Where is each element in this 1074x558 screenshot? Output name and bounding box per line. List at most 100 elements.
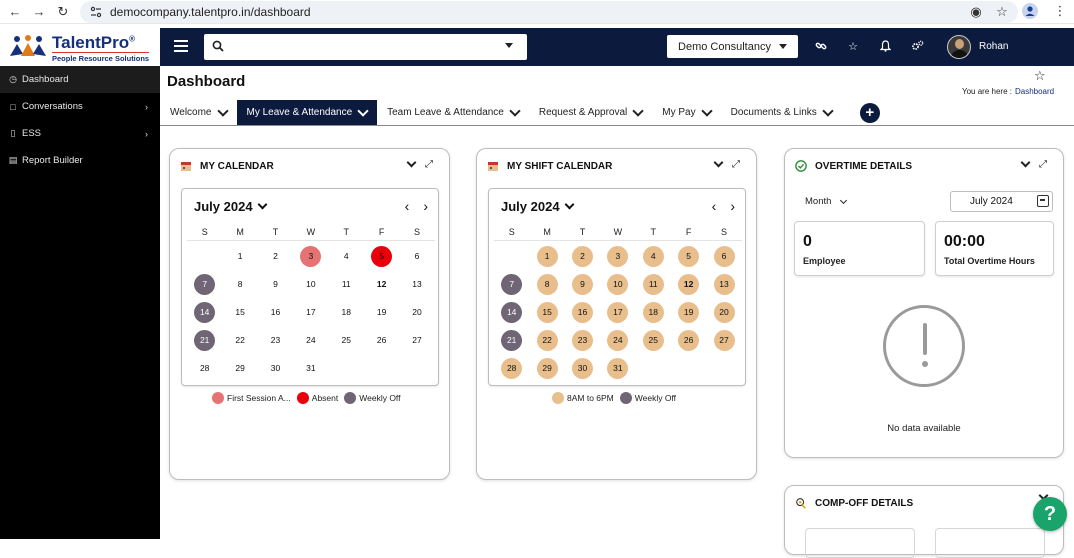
expand-icon[interactable]: ⤢ [1039,159,1047,170]
prev-month-icon[interactable]: ‹ [712,198,717,214]
back-icon[interactable]: ← [6,3,24,21]
calendar-day[interactable]: 11 [636,270,671,298]
user-name[interactable]: Rohan [979,41,1008,52]
forward-icon[interactable]: → [30,3,48,21]
breadcrumb-current[interactable]: Dashboard [1015,87,1054,96]
month-date-picker[interactable]: July 2024 [950,191,1053,212]
calendar-day[interactable]: 28 [494,354,529,382]
tab-team-leave-attendance[interactable]: Team Leave & Attendance [377,100,529,125]
company-selector[interactable]: Demo Consultancy [667,35,798,58]
expand-icon[interactable]: ⤢ [425,159,433,170]
reload-icon[interactable]: ↻ [54,3,72,21]
calendar-day[interactable]: 4 [329,242,364,270]
calendar-day[interactable]: 20 [706,298,741,326]
logo[interactable]: TalentPro® People Resource Solutions [0,28,160,66]
address-bar[interactable]: democompany.talentpro.in/dashboard ◉ ☆ [80,1,1018,23]
collapse-chevron-icon[interactable] [713,157,724,168]
avatar[interactable] [947,35,971,59]
month-selector[interactable]: July 2024 [501,199,574,214]
bookmark-star-icon[interactable]: ☆ [994,4,1010,20]
sidebar-item-ess[interactable]: ▯ ESS › [0,120,160,147]
calendar-day[interactable]: 24 [600,326,635,354]
calendar-day[interactable]: 19 [671,298,706,326]
calendar-day[interactable]: 4 [636,242,671,270]
calendar-day[interactable]: 2 [258,242,293,270]
site-info-icon[interactable] [88,4,104,20]
calendar-day[interactable]: 3 [293,242,328,270]
calendar-day[interactable]: 10 [600,270,635,298]
calendar-day[interactable]: 18 [636,298,671,326]
collapse-chevron-icon[interactable] [406,157,417,168]
calendar-day[interactable]: 24 [293,326,328,354]
calendar-day[interactable]: 30 [258,354,293,382]
calendar-day[interactable]: 6 [399,242,434,270]
calendar-day[interactable]: 16 [565,298,600,326]
calendar-day[interactable]: 26 [671,326,706,354]
calendar-day[interactable]: 14 [494,298,529,326]
menu-toggle-icon[interactable] [174,40,188,52]
calendar-day[interactable]: 15 [529,298,564,326]
tab-request-approval[interactable]: Request & Approval [529,100,652,125]
calendar-day[interactable]: 29 [529,354,564,382]
tab-documents-links[interactable]: Documents & Links [721,100,842,125]
calendar-day[interactable]: 13 [706,270,741,298]
calendar-day[interactable]: 2 [565,242,600,270]
calendar-day[interactable]: 9 [258,270,293,298]
search-input[interactable] [204,34,527,60]
calendar-day[interactable]: 17 [600,298,635,326]
calendar-day[interactable]: 11 [329,270,364,298]
calendar-day[interactable]: 12 [364,270,399,298]
settings-gear-icon[interactable] [910,39,924,53]
add-tab-button[interactable]: + [859,102,880,123]
favorite-page-star-icon[interactable]: ☆ [1034,68,1046,84]
calendar-day[interactable]: 27 [399,326,434,354]
prev-month-icon[interactable]: ‹ [405,198,410,214]
calendar-day[interactable]: 7 [187,270,222,298]
help-button[interactable]: ? [1033,497,1067,531]
calendar-day[interactable]: 3 [600,242,635,270]
calendar-day[interactable]: 5 [671,242,706,270]
notification-bell-icon[interactable] [878,39,892,53]
browser-menu-icon[interactable]: ⋮ [1052,3,1068,19]
calendar-day[interactable]: 31 [600,354,635,382]
tab-my-pay[interactable]: My Pay [652,100,720,125]
calendar-day[interactable]: 26 [364,326,399,354]
calendar-day[interactable]: 22 [529,326,564,354]
favorites-star-icon[interactable]: ☆ [846,39,860,53]
calendar-day[interactable]: 18 [329,298,364,326]
calendar-day[interactable]: 29 [222,354,257,382]
search-dropdown-icon[interactable] [505,43,513,48]
sidebar-item-dashboard[interactable]: ◷ Dashboard [0,66,160,93]
calendar-day[interactable]: 10 [293,270,328,298]
calendar-day[interactable]: 23 [565,326,600,354]
calendar-day[interactable]: 15 [222,298,257,326]
calendar-day[interactable]: 22 [222,326,257,354]
calendar-day[interactable]: 6 [706,242,741,270]
calendar-day[interactable]: 5 [364,242,399,270]
collapse-chevron-icon[interactable] [1020,157,1031,168]
calendar-day[interactable]: 8 [529,270,564,298]
calendar-day[interactable]: 19 [364,298,399,326]
tab-my-leave-attendance[interactable]: My Leave & Attendance [236,100,378,125]
tab-welcome[interactable]: Welcome [160,100,237,125]
calendar-day[interactable]: 23 [258,326,293,354]
calendar-day[interactable]: 16 [258,298,293,326]
calendar-day[interactable]: 1 [529,242,564,270]
calendar-day[interactable]: 28 [187,354,222,382]
calendar-day[interactable]: 21 [494,326,529,354]
calendar-day[interactable]: 20 [399,298,434,326]
calendar-day[interactable]: 21 [187,326,222,354]
calendar-day[interactable]: 30 [565,354,600,382]
calendar-day[interactable]: 17 [293,298,328,326]
calendar-day[interactable]: 13 [399,270,434,298]
calendar-day[interactable]: 25 [329,326,364,354]
next-month-icon[interactable]: › [730,198,735,214]
calendar-day[interactable]: 31 [293,354,328,382]
period-select[interactable]: Month [805,196,848,207]
next-month-icon[interactable]: › [423,198,428,214]
calendar-day[interactable]: 14 [187,298,222,326]
calendar-day[interactable]: 1 [222,242,257,270]
calendar-day[interactable]: 25 [636,326,671,354]
expand-icon[interactable]: ⤢ [732,159,740,170]
calendar-day[interactable]: 7 [494,270,529,298]
